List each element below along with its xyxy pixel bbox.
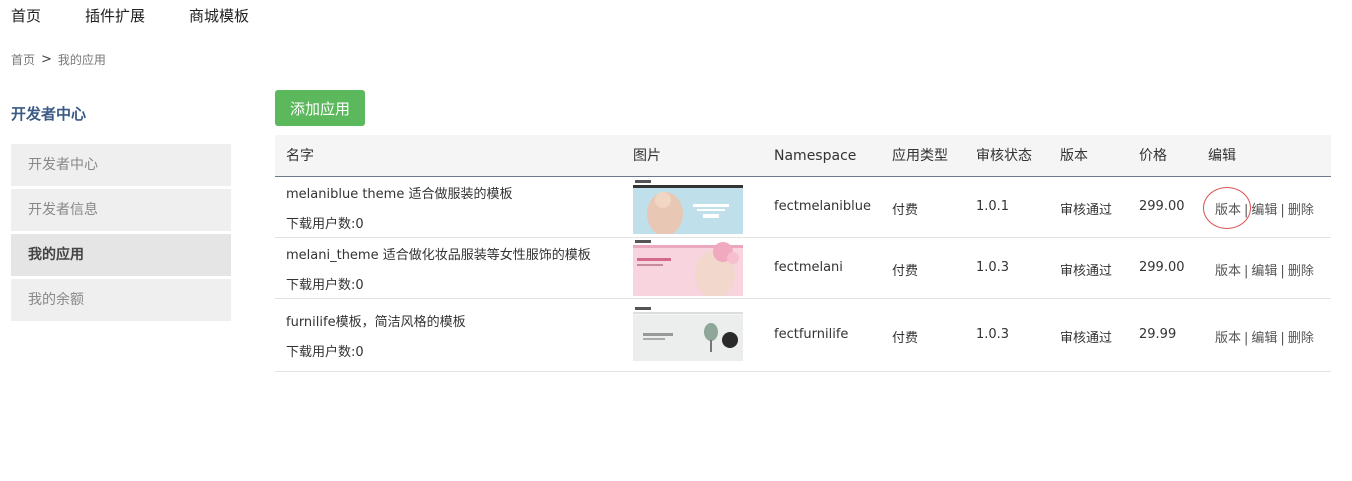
version-link[interactable]: 版本	[1215, 264, 1241, 279]
app-thumbnail	[633, 305, 743, 367]
header-namespace: Namespace	[774, 148, 857, 164]
sidebar-item-my-apps[interactable]: 我的应用	[11, 234, 231, 276]
delete-link[interactable]: 删除	[1288, 331, 1314, 346]
add-app-button[interactable]: 添加应用	[275, 90, 365, 126]
app-name[interactable]: melaniblue theme 适合做服装的模板	[286, 183, 512, 202]
breadcrumb-home[interactable]: 首页	[11, 51, 35, 68]
top-nav: 首页 插件扩展 商城模板	[0, 0, 249, 30]
download-count: 下载用户数:0	[286, 217, 364, 232]
breadcrumb-separator: >	[41, 52, 52, 67]
header-app-type: 应用类型	[892, 148, 948, 164]
download-count: 下载用户数:0	[286, 345, 364, 360]
app-type-value: 付费	[892, 331, 919, 346]
app-type-value: 付费	[892, 264, 919, 279]
row-actions: 版本 | 编辑 | 删除	[1215, 260, 1314, 279]
nav-home[interactable]: 首页	[11, 5, 41, 26]
review-status-value: 审核通过	[1060, 203, 1113, 218]
namespace-value: fectmelaniblue	[774, 199, 872, 214]
download-count: 下载用户数:0	[286, 278, 364, 293]
header-review-status: 审核状态	[976, 148, 1032, 164]
breadcrumb-current: 我的应用	[57, 53, 106, 67]
edit-link[interactable]: 编辑	[1251, 264, 1277, 279]
fashion-theme-thumbnail-image	[633, 178, 743, 234]
action-separator: |	[1280, 264, 1285, 279]
apps-table: 名字 图片 Namespace 应用类型 审核状态 版本 价格 编辑 melan…	[275, 135, 1331, 372]
action-separator: |	[1244, 264, 1249, 279]
version-value: 1.0.3	[976, 327, 1010, 342]
version-value: 1.0.3	[976, 260, 1010, 275]
app-thumbnail	[633, 178, 743, 234]
delete-link[interactable]: 删除	[1288, 264, 1314, 279]
header-version: 版本	[1060, 148, 1088, 164]
price-value: 299.00	[1139, 199, 1185, 214]
action-separator: |	[1280, 203, 1285, 218]
header-image: 图片	[633, 148, 661, 164]
edit-link[interactable]: 编辑	[1251, 331, 1277, 346]
annotation-circle	[1203, 187, 1251, 229]
table-header: 名字 图片 Namespace 应用类型 审核状态 版本 价格 编辑	[275, 135, 1331, 177]
nav-templates[interactable]: 商城模板	[189, 5, 249, 26]
sidebar-item-my-balance[interactable]: 我的余额	[11, 279, 231, 321]
action-separator: |	[1244, 331, 1249, 346]
namespace-value: fectmelani	[774, 260, 843, 275]
header-edit: 编辑	[1208, 148, 1236, 164]
delete-link[interactable]: 删除	[1288, 203, 1314, 218]
app-type-value: 付费	[892, 203, 919, 218]
review-status-value: 审核通过	[1060, 331, 1113, 346]
sidebar-title: 开发者中心	[11, 105, 87, 123]
nav-plugins[interactable]: 插件扩展	[85, 5, 145, 26]
action-separator: |	[1280, 331, 1285, 346]
header-name: 名字	[286, 148, 314, 164]
table-row: furnilife模板，简洁风格的模板 下载用户数:0 fectfurnilif…	[275, 299, 1331, 372]
header-price: 价格	[1139, 148, 1167, 164]
app-thumbnail	[633, 238, 743, 296]
version-value: 1.0.1	[976, 199, 1010, 214]
version-link[interactable]: 版本	[1215, 331, 1241, 346]
breadcrumb: 首页 > 我的应用	[11, 51, 106, 68]
app-name[interactable]: furnilife模板，简洁风格的模板	[286, 311, 466, 330]
table-row: melaniblue theme 适合做服装的模板 下载用户数:0 fectme…	[275, 177, 1331, 238]
furniture-theme-thumbnail-image	[633, 305, 743, 367]
edit-link[interactable]: 编辑	[1251, 203, 1277, 218]
row-actions: 版本 | 编辑 | 删除	[1215, 327, 1314, 346]
namespace-value: fectfurnilife	[774, 327, 849, 342]
sidebar-item-developer-center[interactable]: 开发者中心	[11, 144, 231, 186]
price-value: 299.00	[1139, 260, 1185, 275]
app-name[interactable]: melani_theme 适合做化妆品服装等女性服饰的模板	[286, 244, 591, 263]
price-value: 29.99	[1139, 327, 1177, 342]
sidebar-menu: 开发者中心 开发者信息 我的应用 我的余额	[11, 144, 231, 324]
cosmetics-theme-thumbnail-image	[633, 238, 743, 296]
sidebar-item-developer-info[interactable]: 开发者信息	[11, 189, 231, 231]
table-row: melani_theme 适合做化妆品服装等女性服饰的模板 下载用户数:0 fe…	[275, 238, 1331, 299]
review-status-value: 审核通过	[1060, 264, 1113, 279]
